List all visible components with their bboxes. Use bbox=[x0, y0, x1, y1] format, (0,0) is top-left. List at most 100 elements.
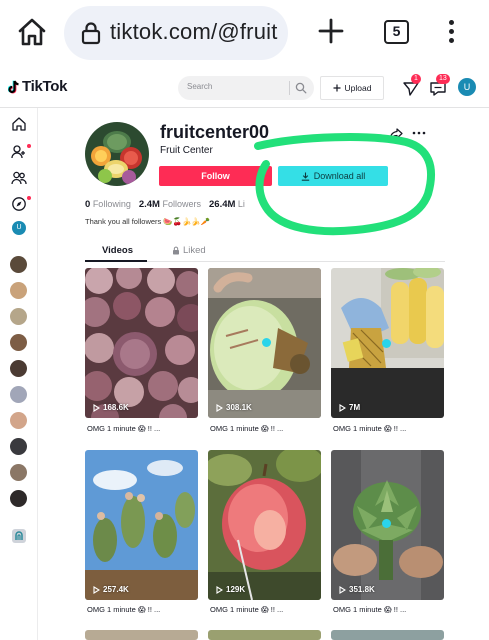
suggested-account-avatar[interactable] bbox=[10, 490, 27, 507]
upload-label: Upload bbox=[344, 83, 372, 93]
profile-bio: Thank you all followers 🍉🍒🍌🍌🥕 bbox=[85, 217, 211, 226]
view-count-text: 168.6K bbox=[103, 403, 129, 412]
likes-count: 26.4M bbox=[209, 199, 236, 210]
video-thumbnail[interactable] bbox=[331, 630, 444, 640]
logo-text: TikTok bbox=[22, 78, 68, 95]
lock-icon bbox=[173, 246, 179, 255]
following-label: Following bbox=[92, 199, 131, 209]
followers-count: 2.4M bbox=[138, 199, 160, 210]
view-count-text: 257.4K bbox=[103, 585, 129, 594]
browser-toolbar: tiktok.com/@fruit 5 bbox=[0, 0, 489, 66]
search-placeholder: Search bbox=[187, 82, 213, 91]
video-caption[interactable]: OMG 1 minute 😱 !! ... bbox=[210, 424, 283, 433]
download-all-label: Download all bbox=[313, 171, 366, 181]
messages-badge: 1 bbox=[411, 74, 421, 84]
tab-liked[interactable]: Liked bbox=[172, 245, 206, 256]
live-nav-icon[interactable] bbox=[11, 528, 27, 544]
cursor-marker bbox=[382, 519, 391, 528]
video-thumbnail[interactable]: 7M bbox=[331, 268, 444, 418]
view-count: 308.1K bbox=[216, 403, 252, 412]
tiktok-note-icon bbox=[8, 80, 19, 93]
video-thumbnail[interactable]: 351.8K bbox=[331, 450, 444, 600]
video-caption[interactable]: OMG 1 minute 😱 !! ... bbox=[210, 605, 283, 614]
home-icon[interactable] bbox=[16, 16, 48, 48]
view-count: 351.8K bbox=[339, 585, 375, 594]
suggested-account-avatar[interactable] bbox=[10, 412, 27, 429]
video-caption[interactable]: OMG 1 minute 😱 !! ... bbox=[87, 605, 160, 614]
explore-notification-dot bbox=[27, 196, 31, 200]
view-count-text: 7M bbox=[349, 403, 361, 412]
search-divider bbox=[289, 81, 290, 95]
view-count-text: 351.8K bbox=[349, 585, 375, 594]
following-stat[interactable]: 0 Following bbox=[85, 199, 131, 210]
video-thumbnail[interactable]: 308.1K bbox=[208, 268, 321, 418]
suggested-account-avatar[interactable] bbox=[10, 464, 27, 481]
video-cover-image bbox=[208, 450, 321, 600]
inbox-badge: 13 bbox=[436, 74, 450, 84]
tab-liked-label: Liked bbox=[183, 245, 206, 256]
cursor-marker bbox=[382, 339, 391, 348]
profile-stats: 0 Following 2.4M Followers 26.4M Li bbox=[85, 199, 245, 210]
video-cover-image bbox=[85, 630, 198, 640]
suggested-account-avatar[interactable] bbox=[10, 308, 27, 325]
play-icon bbox=[216, 585, 223, 594]
video-caption[interactable]: OMG 1 minute 😱 !! ... bbox=[333, 605, 406, 614]
tab-videos[interactable]: Videos bbox=[102, 245, 133, 256]
view-count: 257.4K bbox=[93, 585, 129, 594]
browser-menu-icon[interactable] bbox=[446, 20, 456, 46]
video-caption[interactable]: OMG 1 minute 😱 !! ... bbox=[333, 424, 406, 433]
video-thumbnail[interactable] bbox=[208, 630, 321, 640]
suggested-account-avatar[interactable] bbox=[10, 256, 27, 273]
following-nav-icon[interactable] bbox=[11, 144, 27, 160]
search-icon[interactable] bbox=[295, 82, 307, 94]
view-count: 168.6K bbox=[93, 403, 129, 412]
friends-nav-icon[interactable] bbox=[11, 170, 27, 186]
followers-label: Followers bbox=[162, 199, 201, 209]
video-cover-image bbox=[85, 268, 198, 418]
video-cover-image bbox=[85, 450, 198, 600]
profile-tabs: Videos Liked bbox=[85, 240, 445, 262]
share-icon[interactable] bbox=[389, 127, 403, 141]
tiktok-logo[interactable]: TikTok bbox=[8, 78, 67, 95]
explore-nav-icon[interactable] bbox=[11, 196, 27, 212]
video-caption[interactable]: OMG 1 minute 😱 !! ... bbox=[87, 424, 160, 433]
following-count: 0 bbox=[85, 199, 91, 210]
cursor-marker bbox=[262, 338, 271, 347]
view-count-text: 308.1K bbox=[226, 403, 252, 412]
play-icon bbox=[93, 403, 100, 412]
download-all-button[interactable]: Download all bbox=[278, 166, 388, 186]
profile-avatar[interactable] bbox=[85, 122, 149, 186]
suggested-account-avatar[interactable] bbox=[10, 282, 27, 299]
following-notification-dot bbox=[27, 144, 31, 148]
search-input[interactable]: Search bbox=[178, 76, 314, 100]
likes-label: Li bbox=[237, 199, 245, 209]
follow-button[interactable]: Follow bbox=[159, 166, 272, 186]
address-bar[interactable]: tiktok.com/@fruit bbox=[64, 6, 288, 60]
suggested-account-avatar[interactable] bbox=[10, 334, 27, 351]
download-icon bbox=[301, 172, 309, 181]
video-cover-image bbox=[208, 630, 321, 640]
video-thumbnail[interactable]: 168.6K bbox=[85, 268, 198, 418]
play-icon bbox=[339, 403, 346, 412]
suggested-account-avatar[interactable] bbox=[10, 360, 27, 377]
user-avatar[interactable]: U bbox=[458, 78, 476, 96]
sidebar: U bbox=[0, 108, 38, 640]
upload-button[interactable]: Upload bbox=[320, 76, 384, 100]
video-thumbnail[interactable] bbox=[85, 630, 198, 640]
video-cover-image bbox=[331, 630, 444, 640]
play-icon bbox=[339, 585, 346, 594]
video-thumbnail[interactable]: 257.4K bbox=[85, 450, 198, 600]
suggested-account-avatar[interactable] bbox=[10, 438, 27, 455]
followers-stat[interactable]: 2.4M Followers bbox=[139, 199, 201, 210]
more-options-icon[interactable] bbox=[412, 128, 426, 138]
profile-nav-avatar[interactable]: U bbox=[12, 221, 26, 235]
suggested-account-avatar[interactable] bbox=[10, 386, 27, 403]
view-count: 129K bbox=[216, 585, 245, 594]
video-thumbnail[interactable]: 129K bbox=[208, 450, 321, 600]
tab-switcher-button[interactable]: 5 bbox=[384, 20, 409, 44]
profile-nickname: Fruit Center bbox=[160, 145, 213, 156]
url-text: tiktok.com/@fruit bbox=[110, 19, 278, 44]
profile-username: fruitcenter00 bbox=[160, 122, 270, 142]
home-nav-icon[interactable] bbox=[11, 116, 27, 132]
new-tab-icon[interactable] bbox=[318, 18, 344, 44]
